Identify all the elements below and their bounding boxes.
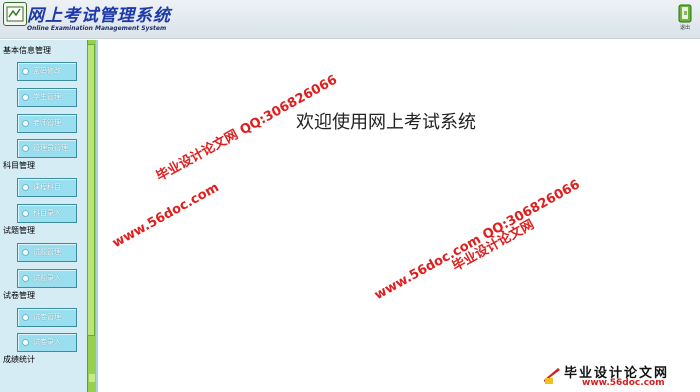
scrollbar-thumb[interactable] <box>87 44 95 336</box>
section-title-questions: 试题管理 <box>3 226 35 235</box>
sidebar-item-label: 老师管理 <box>33 119 61 127</box>
sidebar-item-paper-management[interactable]: 试卷管理 <box>17 308 77 327</box>
footer-brand: 毕业设计论文网 www.56doc.com <box>542 360 700 392</box>
sidebar-item-label: 课程科目 <box>33 183 61 191</box>
sidebar-item-question-management[interactable]: 试题管理 <box>17 243 77 262</box>
section-title-scores: 成绩统计 <box>3 355 35 364</box>
sidebar-item-question-entry[interactable]: 试题录入 <box>17 269 77 288</box>
sidebar-scrollbar[interactable] <box>87 40 96 392</box>
sidebar-item-label: 试卷录入 <box>33 338 61 346</box>
watermark-url: www.56doc.com <box>110 180 222 252</box>
app-header: 网上考试管理系统 Online Examination Management S… <box>0 0 700 39</box>
sidebar-item-teacher-management[interactable]: 老师管理 <box>17 114 77 133</box>
sidebar: 基本信息管理 密码修改 学生管理 老师管理 管理员管理 科目管理 课程科目 科目… <box>0 40 98 392</box>
bullet-icon <box>22 184 29 191</box>
brand-logo-icon <box>544 368 560 384</box>
sidebar-item-course-subjects[interactable]: 课程科目 <box>17 178 77 197</box>
sidebar-item-label: 学生管理 <box>33 93 61 101</box>
sidebar-item-label: 密码修改 <box>33 67 61 75</box>
bullet-icon <box>22 94 29 101</box>
sidebar-item-label: 试题管理 <box>33 248 61 256</box>
welcome-message: 欢迎使用网上考试系统 <box>296 112 476 133</box>
scroll-down-arrow-icon[interactable] <box>89 374 95 382</box>
app-subtitle: Online Examination Management System <box>27 25 167 32</box>
sidebar-item-label: 试题录入 <box>33 274 61 282</box>
sidebar-item-paper-entry[interactable]: 试卷录入 <box>17 333 77 352</box>
app-title: 网上考试管理系统 <box>27 6 171 26</box>
sidebar-item-student-management[interactable]: 学生管理 <box>17 88 77 107</box>
app-logo-icon <box>3 2 27 26</box>
bullet-icon <box>22 68 29 75</box>
bullet-icon <box>22 210 29 217</box>
section-title-basic-info: 基本信息管理 <box>3 46 51 55</box>
bullet-icon <box>22 339 29 346</box>
bullet-icon <box>22 314 29 321</box>
exit-label: 退出 <box>679 25 690 31</box>
watermark-url-qq: www.56doc.com QQ:306826066 <box>372 177 583 304</box>
sidebar-item-label: 科目录入 <box>33 209 61 217</box>
exit-door-icon <box>678 4 692 23</box>
brand-url: www.56doc.com <box>582 378 665 388</box>
exit-button[interactable]: 退出 <box>676 4 694 31</box>
bullet-icon <box>22 275 29 282</box>
section-title-papers: 试卷管理 <box>3 291 35 300</box>
sidebar-item-subject-entry[interactable]: 科目录入 <box>17 204 77 223</box>
bullet-icon <box>22 145 29 152</box>
sidebar-item-admin-management[interactable]: 管理员管理 <box>17 139 77 158</box>
bullet-icon <box>22 249 29 256</box>
sidebar-item-label: 试卷管理 <box>33 313 61 321</box>
bullet-icon <box>22 120 29 127</box>
sidebar-item-label: 管理员管理 <box>33 144 68 152</box>
section-title-subject: 科目管理 <box>3 161 35 170</box>
sidebar-item-password-change[interactable]: 密码修改 <box>17 62 77 81</box>
